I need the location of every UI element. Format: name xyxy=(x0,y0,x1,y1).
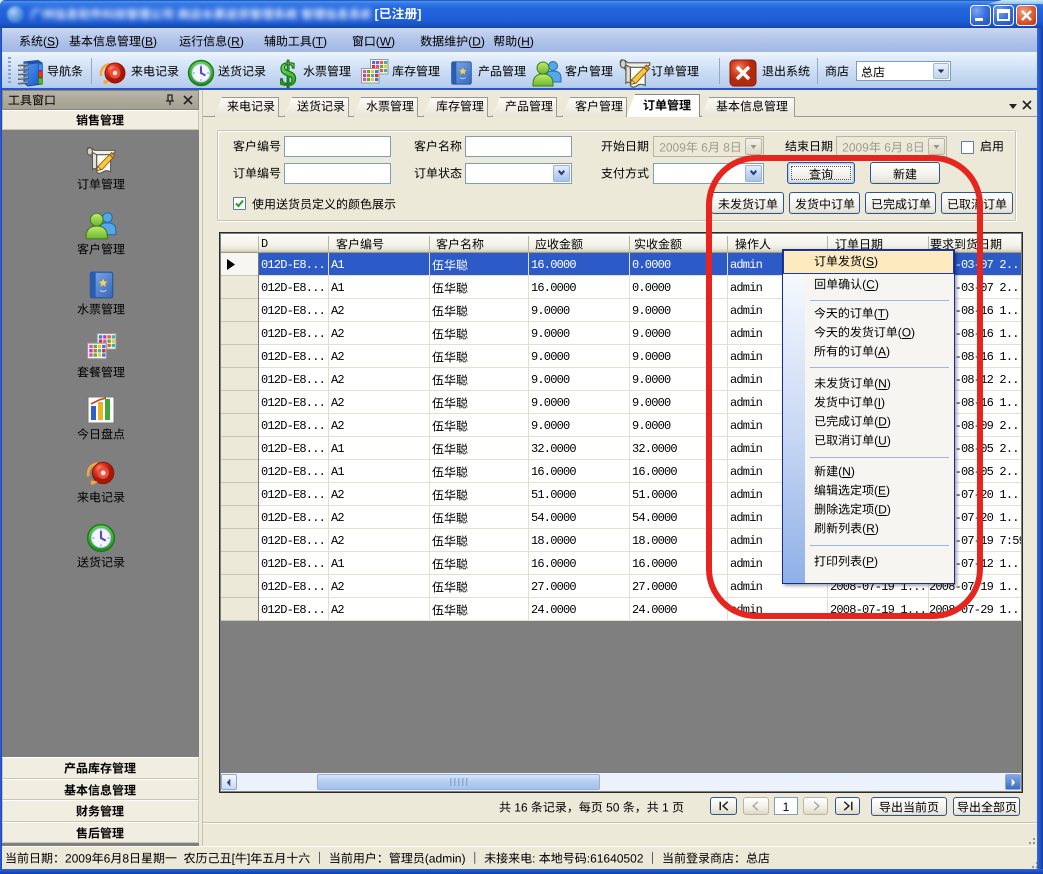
svg-text:$: $ xyxy=(280,58,297,88)
